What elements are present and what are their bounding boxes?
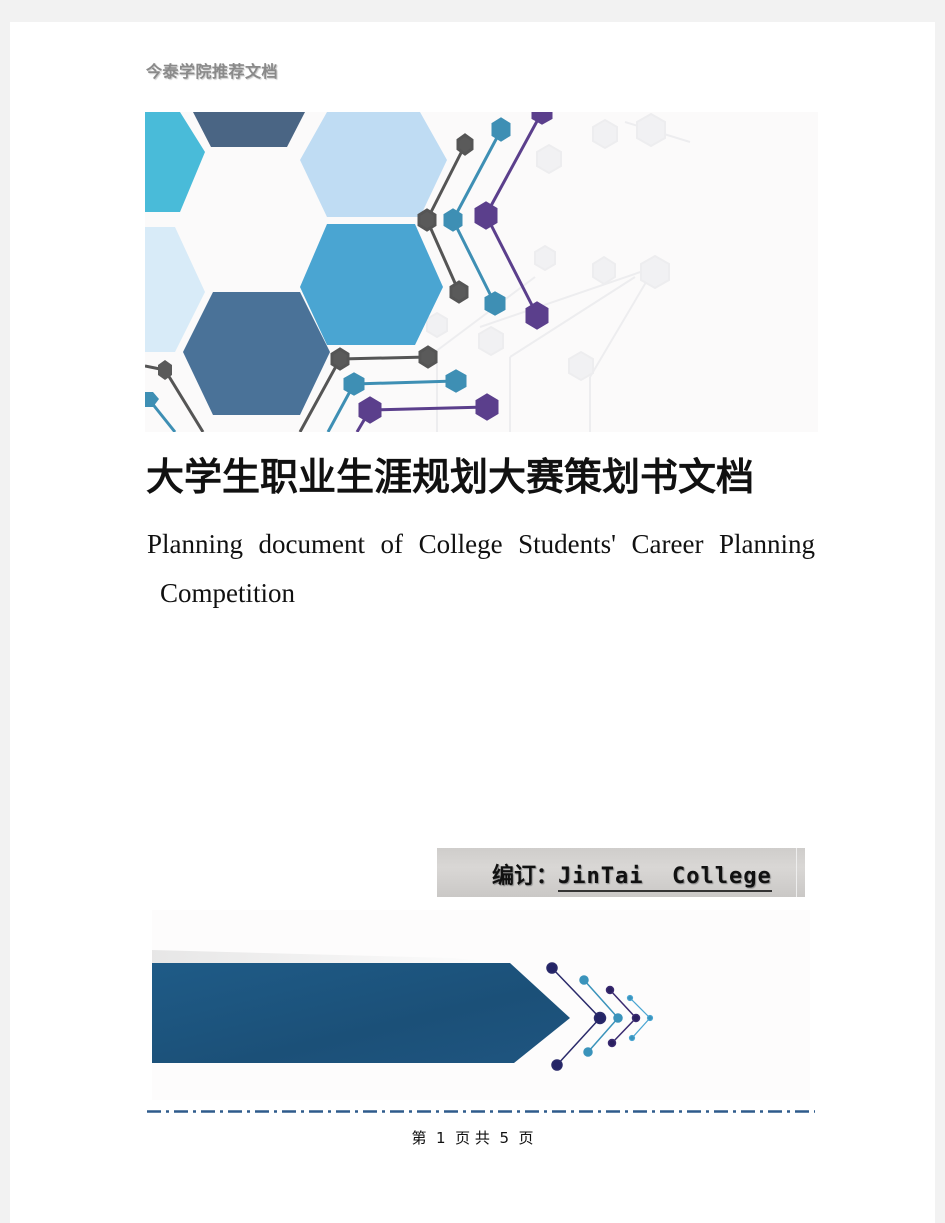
page-number: 第 1 页 共 5 页 — [0, 1127, 945, 1148]
subtitle-line-2: Competition — [160, 578, 295, 608]
page-prefix: 第 — [411, 1129, 427, 1147]
editor-label: 编订： — [492, 864, 559, 889]
hex-navy-top — [193, 112, 305, 147]
footer-divider — [147, 1110, 815, 1113]
hex-light-blue — [300, 112, 447, 217]
subtitle-line-1: Planning document of College Students' C… — [147, 529, 815, 559]
total-pages: 5 — [499, 1129, 509, 1147]
cover-banner-image — [145, 112, 818, 432]
current-page: 1 — [436, 1129, 446, 1147]
hex-mid-blue — [300, 224, 443, 345]
arrow-network-graphic — [152, 950, 654, 1071]
hexagon-network-graphic — [145, 112, 691, 432]
footer-arrow-graphic — [152, 910, 810, 1100]
document-header: 今泰学院推荐文档 — [146, 62, 279, 81]
editor-value: JinTai College — [558, 864, 772, 892]
editor-credit: 编订：JinTai College — [492, 858, 772, 892]
hex-cyan — [145, 112, 205, 212]
hex-steel — [183, 292, 330, 415]
node-chain-lower-purple — [355, 393, 499, 432]
arrow-body — [152, 963, 570, 1063]
editor-box-edge — [796, 848, 797, 897]
document-title: 大学生职业生涯规划大赛策划书文档 — [146, 455, 755, 499]
node-chain-lower-teal — [326, 369, 467, 432]
editor-credit-box: 编订：JinTai College — [437, 848, 807, 897]
page-mid: 页 共 — [455, 1129, 490, 1147]
document-subtitle: Planning document of College Students' C… — [147, 520, 815, 618]
page-suffix: 页 — [518, 1129, 534, 1147]
arrow-shadow — [152, 950, 512, 963]
